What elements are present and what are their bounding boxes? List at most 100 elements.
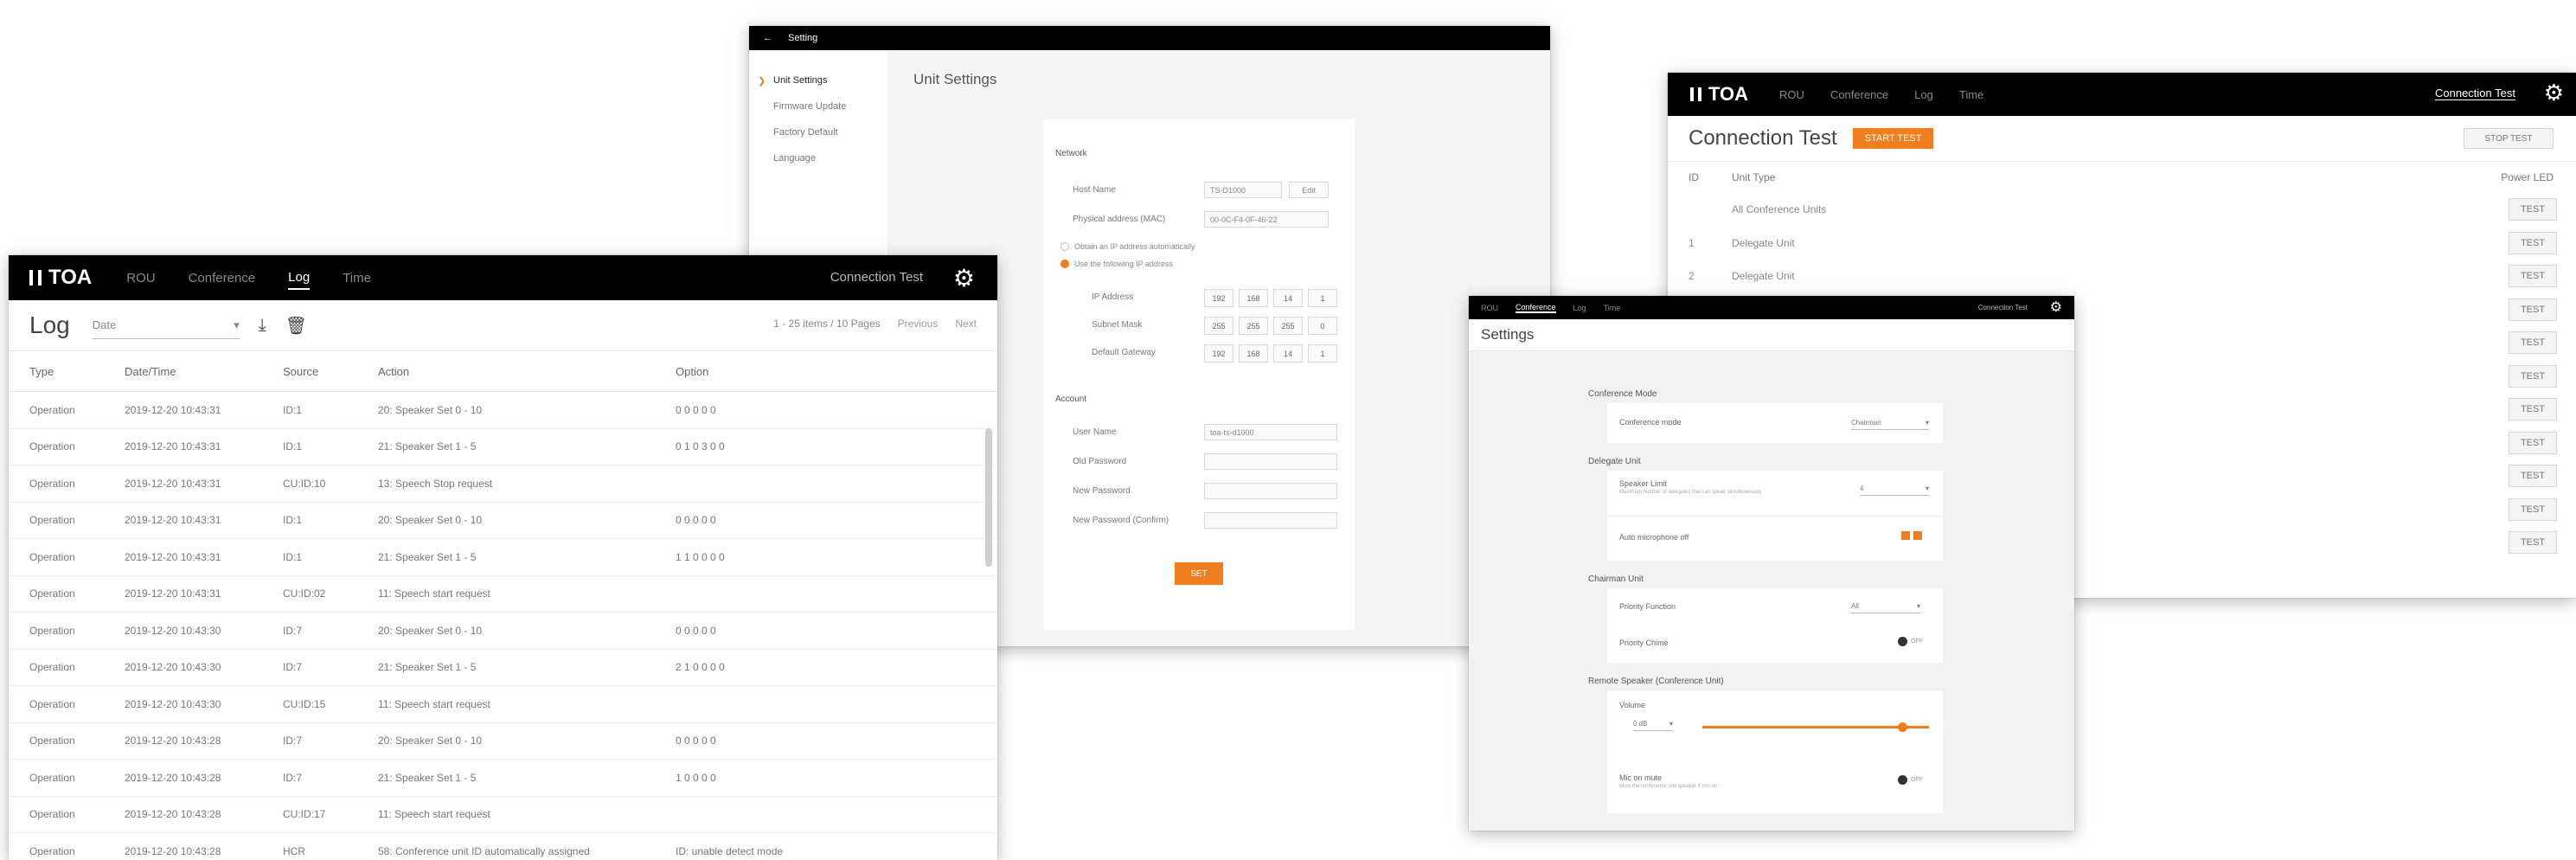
unit-settings-card: Network Host Name TS-D1000 Edit Physical… xyxy=(1043,119,1355,630)
connection-test-link[interactable]: Connection Test xyxy=(1978,304,2028,311)
nav-log[interactable]: Log xyxy=(1573,304,1586,312)
test-button[interactable]: TEST xyxy=(2509,265,2557,287)
ip-octet[interactable]: 255 xyxy=(1273,317,1303,335)
mic-on-mute-toggle[interactable]: OFF xyxy=(1898,775,1923,785)
next-page-button[interactable]: Next xyxy=(955,318,977,330)
cell-datetime: 2019-12-20 10:43:28 xyxy=(125,771,221,784)
new-password-field[interactable] xyxy=(1204,483,1337,499)
download-icon[interactable]: ⤓ xyxy=(259,316,266,336)
radio-manual-ip[interactable]: Use the following IP address xyxy=(1061,260,1173,268)
old-password-field[interactable] xyxy=(1204,453,1337,470)
user-name-field[interactable]: toa-ts-d1000 xyxy=(1204,424,1337,440)
table-row[interactable]: Operation 2019-12-20 10:43:30 CU:ID:15 11: … xyxy=(9,686,997,723)
subnet-input[interactable]: 255 255 255 0 xyxy=(1204,317,1337,335)
mode-select[interactable]: Chairman ▾ xyxy=(1851,415,1929,430)
ip-address-input[interactable]: 192 168 14 1 xyxy=(1204,289,1337,307)
test-button[interactable]: TEST xyxy=(2509,364,2557,388)
ip-octet[interactable]: 255 xyxy=(1204,317,1234,335)
table-row[interactable]: Operation 2019-12-20 10:43:28 ID:7 20: Spea… xyxy=(9,723,997,760)
mode-select-value: Chairman xyxy=(1851,418,1881,427)
new-password-confirm-field[interactable] xyxy=(1204,512,1337,529)
volume-select[interactable]: 0 dB ▾ xyxy=(1633,716,1673,731)
host-name-field[interactable]: TS-D1000 xyxy=(1204,182,1282,198)
gear-icon[interactable]: ⚙ xyxy=(2050,298,2062,316)
test-button[interactable]: TEST xyxy=(2509,431,2557,454)
table-row[interactable]: Operation 2019-12-20 10:43:31 ID:1 21: Spea… xyxy=(9,429,997,465)
test-button[interactable]: TEST xyxy=(2509,198,2557,221)
cell-action: 21: Speaker Set 1 - 5 xyxy=(378,550,477,563)
table-row[interactable]: Operation 2019-12-20 10:43:31 ID:1 20: Spea… xyxy=(9,392,997,429)
table-row[interactable]: Operation 2019-12-20 10:43:28 CU:ID:17 11: … xyxy=(9,797,997,833)
nav-conference[interactable]: Conference xyxy=(189,267,256,289)
stop-test-button[interactable]: STOP TEST xyxy=(2464,128,2554,149)
trash-icon[interactable]: 🗑 xyxy=(285,315,307,337)
mode-label: Conference mode xyxy=(1619,418,1682,427)
test-button[interactable]: TEST xyxy=(2509,298,2557,321)
start-test-button[interactable]: START TEST xyxy=(1852,128,1934,149)
radio-auto-ip[interactable]: Obtain an IP address automatically xyxy=(1061,242,1195,251)
back-arrow-icon[interactable]: ← xyxy=(763,33,772,43)
ip-octet[interactable]: 192 xyxy=(1204,344,1234,363)
nav-rou[interactable]: ROU xyxy=(1779,88,1804,101)
test-button[interactable]: TEST xyxy=(2509,497,2557,521)
nav-log[interactable]: Log xyxy=(288,266,311,290)
nav-time[interactable]: Time xyxy=(343,267,371,289)
sidebar-item-language[interactable]: Language xyxy=(749,145,888,171)
ip-octet[interactable]: 14 xyxy=(1273,289,1303,307)
cell-action: 11: Speech start request xyxy=(378,808,490,821)
auto-mic-off-toggle[interactable] xyxy=(1901,531,1922,540)
connection-test-link[interactable]: Connection Test xyxy=(2435,87,2515,100)
test-button[interactable]: TEST xyxy=(2509,331,2557,354)
nav-rou[interactable]: ROU xyxy=(126,267,155,289)
table-row[interactable]: Operation 2019-12-20 10:43:30 ID:7 21: Spea… xyxy=(9,650,997,686)
table-row[interactable]: Operation 2019-12-20 10:43:31 CU:ID:10 13: … xyxy=(9,465,997,503)
nav-time[interactable]: Time xyxy=(1959,88,1983,101)
prev-page-button[interactable]: Previous xyxy=(898,318,939,330)
test-button[interactable]: TEST xyxy=(2509,531,2557,554)
gear-icon[interactable]: ⚙ xyxy=(953,264,975,292)
host-edit-button[interactable]: Edit xyxy=(1289,182,1329,198)
sidebar-item-factory-default[interactable]: Factory Default xyxy=(749,119,888,145)
nav-time[interactable]: Time xyxy=(1604,304,1621,312)
sidebar-item-unit-settings[interactable]: ❯ Unit Settings xyxy=(749,67,888,93)
priority-function-select[interactable]: All ▾ xyxy=(1851,599,1920,613)
table-row[interactable]: Operation 2019-12-20 10:43:31 CU:ID:02 11: … xyxy=(9,576,997,613)
ip-octet[interactable]: 255 xyxy=(1239,317,1268,335)
ip-octet[interactable]: 168 xyxy=(1239,344,1268,363)
nav-log[interactable]: Log xyxy=(1914,88,1933,101)
connection-test-link[interactable]: Connection Test xyxy=(830,270,923,285)
priority-chime-toggle[interactable]: OFF xyxy=(1898,637,1923,646)
volume-slider[interactable] xyxy=(1702,722,1929,733)
log-filter-select[interactable]: Date ▾ xyxy=(92,312,240,339)
table-row[interactable]: Operation 2019-12-20 10:43:31 ID:1 20: Spea… xyxy=(9,503,997,539)
radio-label: Use the following IP address xyxy=(1074,260,1173,268)
test-button[interactable]: TEST xyxy=(2509,398,2557,420)
ip-octet[interactable]: 168 xyxy=(1239,289,1268,307)
cell-action: 20: Speaker Set 0 - 10 xyxy=(378,735,483,748)
ip-octet[interactable]: 1 xyxy=(1308,289,1337,307)
nav-rou[interactable]: ROU xyxy=(1481,304,1498,312)
volume-slider-knob[interactable] xyxy=(1897,722,1907,732)
set-button[interactable]: SET xyxy=(1175,562,1223,585)
table-row[interactable]: Operation 2019-12-20 10:43:28 HCR 58: Confe… xyxy=(9,833,997,860)
gateway-input[interactable]: 192 168 14 1 xyxy=(1204,344,1337,363)
chairman-unit-section: Chairman Unit xyxy=(1588,574,1644,584)
table-row[interactable]: Operation 2019-12-20 10:43:30 ID:7 20: Spea… xyxy=(9,613,997,650)
sidebar-item-firmware-update[interactable]: Firmware Update xyxy=(749,93,888,119)
table-row[interactable]: Operation 2019-12-20 10:43:28 ID:7 21: Spea… xyxy=(9,760,997,797)
log-scrollbar[interactable] xyxy=(985,428,992,567)
ip-octet[interactable]: 0 xyxy=(1308,317,1337,335)
gear-icon[interactable]: ⚙ xyxy=(2544,80,2564,106)
speaker-limit-select[interactable]: 4 ▾ xyxy=(1860,481,1929,496)
toggle-knob xyxy=(1898,637,1907,646)
col-type: Type xyxy=(29,364,54,378)
nav-conference[interactable]: Conference xyxy=(1830,88,1888,101)
test-button[interactable]: TEST xyxy=(2509,231,2557,254)
divider xyxy=(1607,516,1943,517)
table-row[interactable]: Operation 2019-12-20 10:43:31 ID:1 21: Spea… xyxy=(9,539,997,576)
ip-octet[interactable]: 14 xyxy=(1273,344,1303,363)
ip-octet[interactable]: 1 xyxy=(1308,344,1337,363)
ip-octet[interactable]: 192 xyxy=(1204,289,1234,307)
nav-conference[interactable]: Conference xyxy=(1515,303,1556,313)
test-button[interactable]: TEST xyxy=(2509,465,2557,487)
